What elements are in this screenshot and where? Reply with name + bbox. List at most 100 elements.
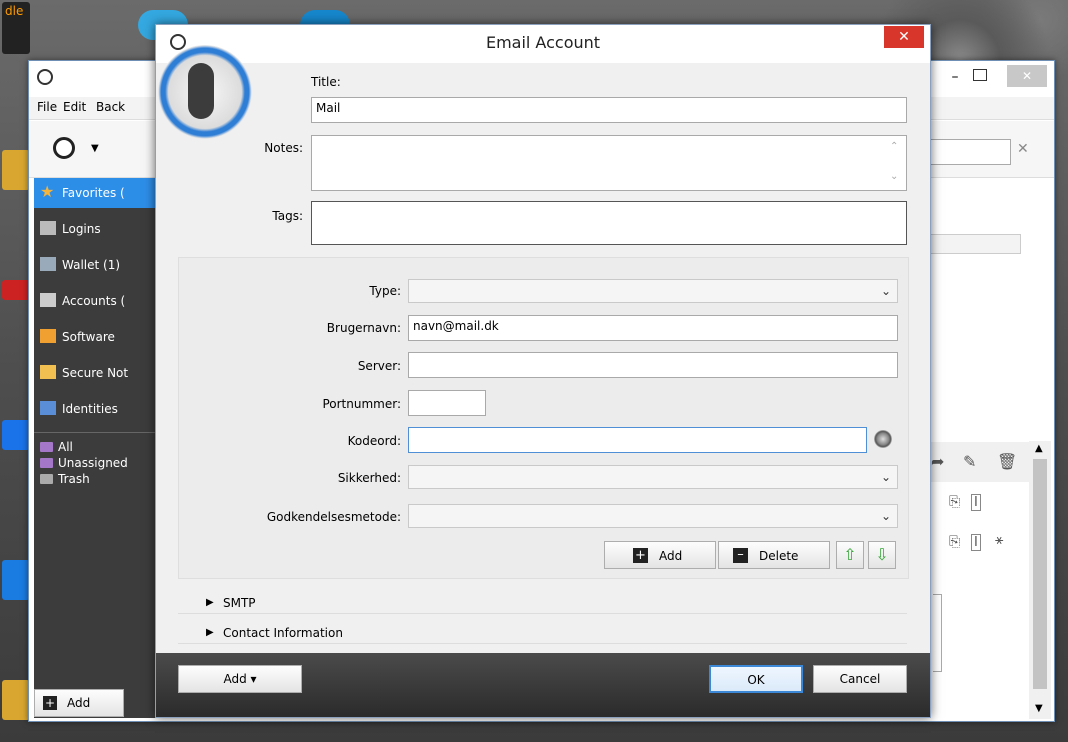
desktop-app-icon[interactable]: dle (2, 2, 30, 54)
software-icon (40, 329, 56, 343)
copy-icon[interactable]: ⎘ (949, 494, 960, 510)
clear-search-icon[interactable]: ✕ (1017, 141, 1029, 157)
sidebar-item-label: Logins (62, 222, 101, 236)
notes-box (933, 594, 942, 672)
tags-field[interactable] (311, 201, 907, 245)
port-label: Portnummer: (322, 397, 401, 411)
delete-field-button[interactable]: – Delete (718, 541, 830, 569)
type-select[interactable]: ⌄ (408, 279, 898, 303)
username-field[interactable]: navn@mail.dk (408, 315, 898, 341)
minimize-icon[interactable]: – (947, 69, 963, 85)
dialog-title: Email Account (485, 33, 601, 52)
sidebar: ★ Favorites ( Logins Wallet (1) Accounts ( So… (34, 178, 159, 718)
desktop-folder-icon-2[interactable] (2, 680, 30, 720)
sidebar-item[interactable]: ★ Favorites ( (34, 178, 159, 208)
contact-section-label: Contact Information (223, 626, 343, 640)
security-select[interactable]: ⌄ (408, 465, 898, 489)
ok-button[interactable]: OK (709, 665, 803, 693)
menu-back[interactable]: Back (96, 100, 125, 114)
close-icon[interactable]: ✕ (1007, 65, 1047, 87)
dropbox-icon[interactable] (2, 420, 30, 450)
sidebar-divider (34, 432, 159, 433)
tags-label: Tags: (272, 209, 303, 223)
plus-icon: + (43, 696, 57, 710)
sidebar-item[interactable]: Accounts ( (34, 286, 159, 316)
vault-item-label: All (58, 440, 73, 454)
username-label: Brugernavn: (326, 321, 401, 335)
chevron-down-icon: ⌄ (880, 284, 891, 298)
sidebar-item[interactable]: Software (34, 322, 159, 352)
minus-icon: – (733, 548, 748, 563)
password-field[interactable] (408, 427, 867, 453)
desktop-app-icon-blue[interactable] (2, 560, 30, 600)
trash-icon[interactable]: 🗑 (997, 452, 1017, 471)
desktop-app-icon-red[interactable] (2, 280, 30, 300)
add-item-label: Add (67, 696, 91, 710)
arrow-up-icon: ⇧ (843, 545, 857, 564)
maximize-icon[interactable] (973, 69, 987, 81)
vault-item-label: Unassigned (58, 456, 128, 470)
share-icon[interactable]: ➦ (931, 452, 944, 471)
add-item-button[interactable]: + Add (34, 689, 124, 717)
plus-icon: + (633, 548, 648, 563)
trash-icon (40, 474, 53, 484)
sidebar-item-label: Software (62, 330, 115, 344)
search-input[interactable] (929, 139, 1011, 165)
arrow-down-icon: ⇩ (875, 545, 889, 564)
scrollbar[interactable]: ▲ ▼ (1029, 441, 1051, 719)
scroll-up-icon[interactable]: ▲ (1035, 443, 1043, 454)
chevron-down-icon: ⌄ (880, 509, 891, 523)
move-down-button[interactable]: ⇩ (868, 541, 896, 569)
fields-section (178, 257, 909, 579)
title-field[interactable]: Mail (311, 97, 907, 123)
notes-scroll-down-icon[interactable]: ⌄ (890, 171, 898, 182)
close-button[interactable]: ✕ (884, 26, 924, 48)
1password-menu-icon[interactable] (53, 137, 75, 159)
server-label: Server: (357, 359, 401, 373)
edit-icon[interactable]: ✎ (963, 452, 976, 471)
sidebar-item-label: Identities (62, 402, 118, 416)
desktop-folder-icon[interactable] (2, 150, 30, 190)
port-field[interactable] (408, 390, 486, 416)
dialog-titlebar: Email Account ✕ (156, 25, 930, 63)
notes-label: Notes: (264, 141, 303, 155)
add-field-label: Add (659, 549, 683, 563)
folder-icon (40, 458, 53, 468)
add-field-button[interactable]: + Add (604, 541, 716, 569)
add-section-menu-button[interactable]: Add ▾ (178, 665, 302, 693)
identity-icon (40, 401, 56, 415)
server-field[interactable] (408, 352, 898, 378)
reveal-icon-2[interactable]: I (971, 534, 981, 551)
sidebar-item[interactable]: Wallet (1) (34, 250, 159, 280)
smtp-section-toggle[interactable]: ▶ SMTP (178, 595, 907, 614)
copy-icon-2[interactable]: ⎘ (949, 534, 960, 550)
item-icon (158, 45, 252, 139)
star-icon: ★ (40, 182, 55, 201)
scroll-down-icon[interactable]: ▼ (1035, 703, 1043, 714)
move-up-button[interactable]: ⇧ (836, 541, 864, 569)
chevron-down-icon[interactable]: ▼ (91, 143, 99, 154)
menu-edit[interactable]: Edit (63, 100, 86, 114)
sidebar-item[interactable]: Secure Not (34, 358, 159, 388)
notes-scroll-up-icon[interactable]: ⌃ (890, 141, 898, 152)
delete-field-label: Delete (759, 549, 799, 563)
email-account-dialog: Email Account ✕ Title: Mail Notes: ⌃ ⌄ T… (155, 24, 931, 718)
sidebar-item[interactable]: Logins (34, 214, 159, 244)
password-label: Kodeord: (347, 434, 401, 448)
desktop-icon-label: dle (5, 4, 24, 18)
reveal-icon[interactable]: I (971, 494, 981, 511)
sidebar-item-label: Secure Not (62, 366, 129, 380)
sidebar-item[interactable]: Identities (34, 394, 159, 424)
expand-arrow-icon: ▶ (206, 597, 214, 608)
auth-method-select[interactable]: ⌄ (408, 504, 898, 528)
notes-field[interactable] (311, 135, 907, 191)
menu-file[interactable]: File (37, 100, 57, 114)
lock-icon: ⚹ (995, 532, 1004, 548)
accounts-icon (40, 293, 56, 307)
key-icon (40, 221, 56, 235)
list-row[interactable] (929, 234, 1021, 254)
password-generator-icon[interactable] (874, 430, 892, 448)
contact-section-toggle[interactable]: ▶ Contact Information (178, 625, 907, 644)
scroll-thumb[interactable] (1033, 459, 1047, 689)
cancel-button[interactable]: Cancel (813, 665, 907, 693)
